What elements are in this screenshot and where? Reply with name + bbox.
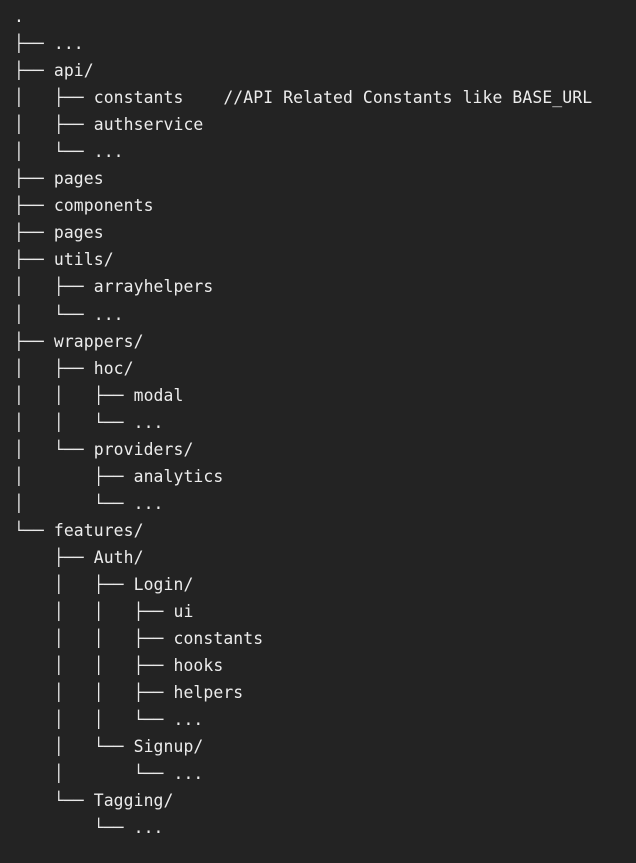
- tree-branch-prefix: │ │ ├──: [14, 683, 174, 703]
- tree-lines: . ├── ... ├── api/│ ├── constants //API Re…: [14, 3, 592, 841]
- tree-branch-prefix: │ └──: [14, 142, 94, 162]
- tree-line: │ │ ├── constants: [14, 625, 592, 652]
- tree-entry-name: hooks: [173, 656, 224, 676]
- tree-branch-prefix: └──: [14, 818, 134, 838]
- tree-branch-prefix: └──: [14, 520, 54, 540]
- tree-line: │ ├── hoc/: [14, 355, 592, 382]
- tree-branch-prefix: │ │ ├──: [14, 629, 174, 649]
- tree-line: │ └── Signup/: [14, 733, 592, 760]
- tree-entry-name: Signup/: [133, 737, 204, 757]
- tree-line: │ │ ├── helpers: [14, 679, 592, 706]
- tree-entry-name: components: [53, 196, 154, 216]
- tree-entry-name: providers/: [93, 439, 194, 459]
- tree-branch-prefix: │ │ ├──: [14, 656, 174, 676]
- tree-line: │ │ └── ...: [14, 706, 592, 733]
- tree-branch-prefix: │ │ ├──: [14, 385, 134, 405]
- tree-line: │ └── ...: [14, 760, 592, 787]
- tree-entry-name: ...: [93, 142, 124, 162]
- tree-line: │ │ └── ...: [14, 409, 592, 436]
- tree-entry-name: ...: [133, 493, 164, 513]
- tree-line: │ └── ...: [14, 138, 592, 165]
- tree-line: │ └── ...: [14, 490, 592, 517]
- tree-entry-name: Login/: [133, 574, 194, 594]
- tree-branch-prefix: │ └──: [14, 764, 174, 784]
- tree-line: ├── pages: [14, 219, 592, 246]
- tree-branch-prefix: ├──: [14, 250, 54, 270]
- tree-line: └── Tagging/: [14, 787, 592, 814]
- tree-entry-name: pages: [53, 223, 104, 243]
- tree-entry-comment: //API Related Constants like BASE_URL: [183, 88, 593, 108]
- tree-entry-name: analytics: [133, 466, 224, 486]
- tree-line: ├── api/: [14, 57, 592, 84]
- tree-branch-prefix: ├──: [14, 196, 54, 216]
- tree-line: │ │ ├── ui: [14, 598, 592, 625]
- tree-branch-prefix: ├──: [14, 547, 94, 567]
- tree-entry-name: .: [14, 7, 24, 26]
- tree-entry-name: ...: [93, 304, 124, 324]
- tree-branch-prefix: │ └──: [14, 493, 134, 513]
- tree-branch-prefix: └──: [14, 791, 94, 811]
- tree-entry-name: modal: [133, 385, 184, 405]
- tree-branch-prefix: │ ├──: [14, 115, 94, 135]
- tree-entry-name: constants: [173, 629, 264, 649]
- tree-line: ├── wrappers/: [14, 328, 592, 355]
- tree-entry-name: ...: [133, 412, 164, 432]
- tree-entry-name: ui: [173, 602, 194, 622]
- tree-line: ├── utils/: [14, 246, 592, 273]
- tree-line: ├── pages: [14, 165, 592, 192]
- tree-line: │ └── providers/: [14, 436, 592, 463]
- tree-branch-prefix: │ ├──: [14, 277, 94, 297]
- tree-branch-prefix: ├──: [14, 34, 54, 54]
- tree-branch-prefix: ├──: [14, 331, 54, 351]
- tree-entry-name: ...: [133, 818, 164, 838]
- tree-branch-prefix: │ ├──: [14, 574, 134, 594]
- tree-line: │ ├── analytics: [14, 463, 592, 490]
- tree-line: └── ...: [14, 814, 592, 841]
- tree-entry-name: utils/: [53, 250, 114, 270]
- tree-branch-prefix: │ │ ├──: [14, 602, 174, 622]
- tree-entry-name: helpers: [173, 683, 244, 703]
- tree-entry-name: ...: [173, 710, 204, 730]
- tree-entry-name: constants: [93, 88, 184, 108]
- tree-entry-name: ...: [173, 764, 204, 784]
- tree-line: │ │ ├── modal: [14, 382, 592, 409]
- tree-line: │ └── ...: [14, 301, 592, 328]
- tree-line: │ ├── constants //API Related Constants …: [14, 84, 592, 111]
- tree-branch-prefix: ├──: [14, 169, 54, 189]
- tree-entry-name: wrappers/: [53, 331, 144, 351]
- tree-branch-prefix: │ │ └──: [14, 710, 174, 730]
- tree-line: .: [14, 3, 592, 30]
- tree-entry-name: hoc/: [93, 358, 134, 378]
- tree-branch-prefix: │ ├──: [14, 88, 94, 108]
- tree-line: ├── components: [14, 192, 592, 219]
- tree-branch-prefix: │ └──: [14, 439, 94, 459]
- tree-branch-prefix: │ ├──: [14, 466, 134, 486]
- tree-line: ├── ...: [14, 30, 592, 57]
- tree-line: ├── Auth/: [14, 544, 592, 571]
- tree-line: │ ├── arrayhelpers: [14, 273, 592, 300]
- tree-entry-name: arrayhelpers: [93, 277, 214, 297]
- tree-branch-prefix: ├──: [14, 223, 54, 243]
- tree-branch-prefix: │ └──: [14, 737, 134, 757]
- tree-entry-name: pages: [53, 169, 104, 189]
- tree-line: │ ├── authservice: [14, 111, 592, 138]
- tree-branch-prefix: │ └──: [14, 304, 94, 324]
- tree-branch-prefix: │ ├──: [14, 358, 94, 378]
- tree-entry-name: Tagging/: [93, 791, 174, 811]
- tree-branch-prefix: │ │ └──: [14, 412, 134, 432]
- tree-entry-name: authservice: [93, 115, 204, 135]
- tree-line: │ │ ├── hooks: [14, 652, 592, 679]
- folder-structure-code-block: . ├── ... ├── api/│ ├── constants //API Re…: [14, 3, 592, 841]
- tree-entry-name: api/: [53, 61, 94, 81]
- tree-entry-name: features/: [53, 520, 144, 540]
- tree-line: │ ├── Login/: [14, 571, 592, 598]
- tree-branch-prefix: ├──: [14, 61, 54, 81]
- tree-entry-name: Auth/: [93, 547, 144, 567]
- tree-entry-name: ...: [53, 34, 84, 54]
- tree-line: └── features/: [14, 517, 592, 544]
